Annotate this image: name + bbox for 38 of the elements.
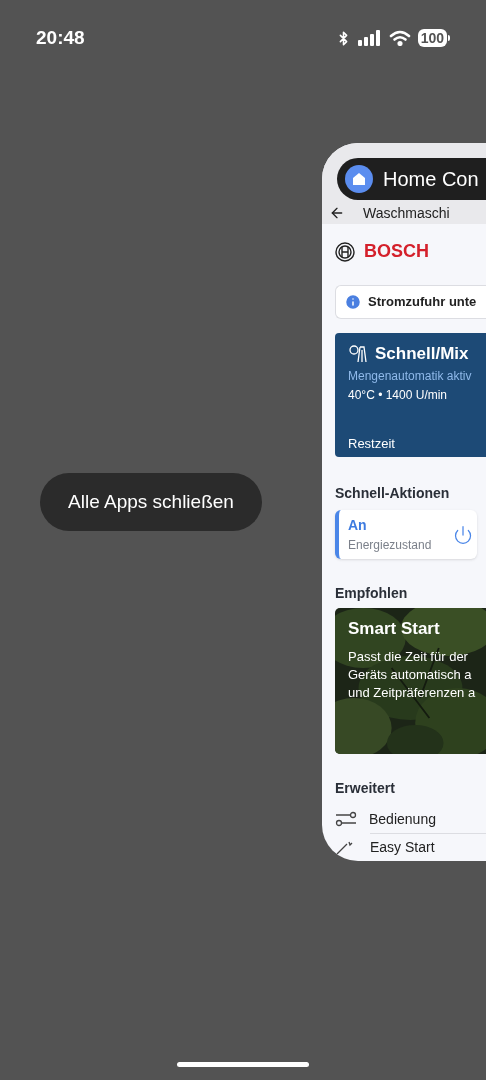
card-title: Smart Start [348, 618, 441, 640]
card-text: und Zeitpräferenzen a [348, 683, 477, 702]
clock: 20:48 [36, 26, 85, 50]
brand-name: BOSCH [364, 240, 429, 263]
power-icon [453, 524, 473, 545]
section-heading: Schnell-Aktionen [335, 484, 451, 503]
card-text: Geräts automatisch a [348, 665, 473, 684]
row-label: Bedienung [369, 809, 436, 829]
row-label: Easy Start [370, 838, 435, 857]
section-heading: Empfohlen [335, 584, 409, 603]
settings-row[interactable]: Bedienung [335, 805, 486, 833]
laundry-icon [348, 343, 368, 364]
toggle-label: Energiezustand [348, 537, 432, 554]
card-text: Passt die Zeit für der [348, 647, 469, 666]
power-toggle-card[interactable]: An Energiezustand [335, 510, 477, 559]
battery-indicator: 100 [417, 29, 447, 48]
program-name: Schnell/Mix [375, 343, 469, 365]
signal-icon [357, 30, 382, 47]
toggle-value: An [348, 516, 368, 535]
back-arrow-icon[interactable] [329, 205, 345, 221]
settings-row[interactable]: Easy Start [370, 833, 486, 861]
recommendation-card[interactable]: Smart Start Passt die Zeit für der Geräts automatisch a und Zeitpräferenzen a [335, 608, 486, 754]
program-settings: 40°C • 1400 U/min [348, 386, 449, 404]
wand-icon [335, 840, 353, 855]
program-card[interactable]: Schnell/Mix Mengenautomatik aktiv 40°C • 1400 U/min Restzeit [335, 333, 486, 457]
app-preview-card[interactable] [322, 143, 486, 861]
info-icon [344, 293, 362, 311]
sliders-icon [335, 811, 357, 827]
wifi-icon [388, 30, 411, 47]
section-heading: Erweitert [335, 779, 396, 798]
page-title: Waschmaschi [363, 203, 450, 223]
app-icon [345, 165, 373, 193]
app-title: Home Con [383, 167, 479, 192]
brand-logo-icon [335, 241, 355, 262]
notice-banner: Stromzufuhr unte [335, 285, 486, 319]
close-all-apps-button[interactable]: Alle Apps schließen [40, 473, 262, 531]
program-subtitle: Mengenautomatik aktiv [348, 367, 473, 385]
remaining-time-label: Restzeit [348, 434, 396, 453]
